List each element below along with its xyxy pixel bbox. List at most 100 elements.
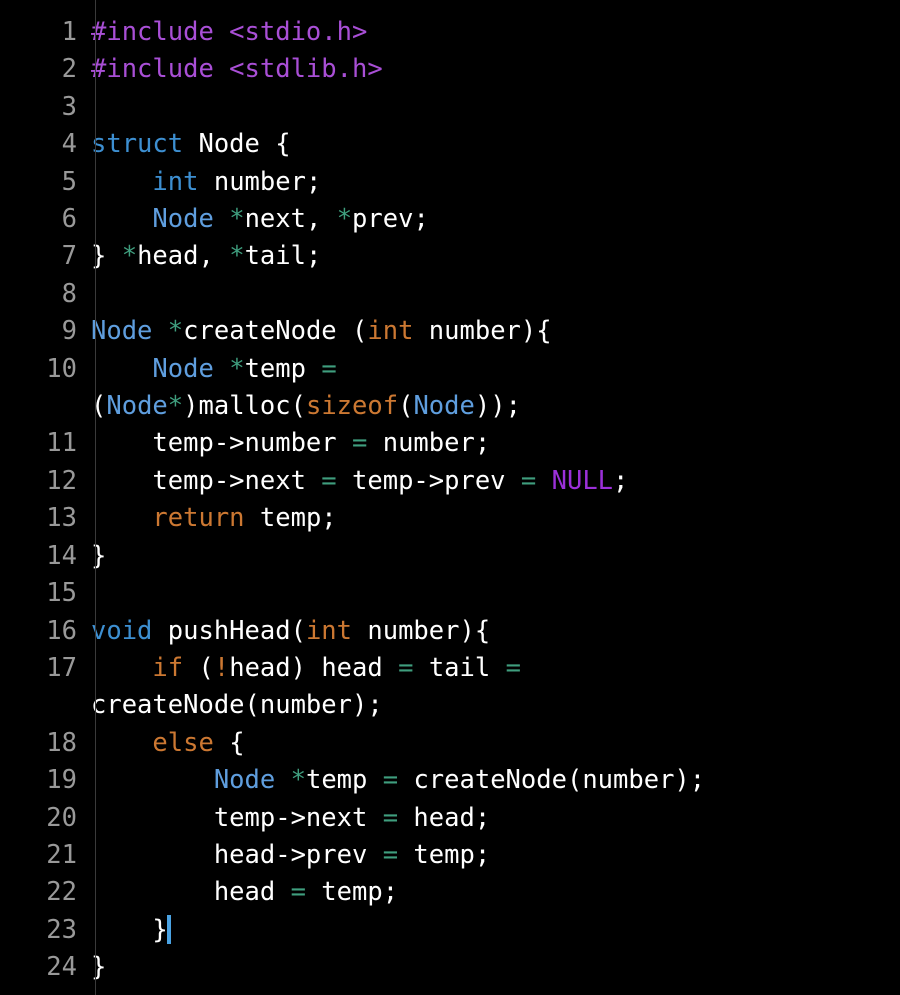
code-token: Node { <box>183 129 291 160</box>
code-line[interactable]: 23 } <box>0 912 900 949</box>
code-line[interactable]: 14} <box>0 538 900 575</box>
code-text[interactable]: Node *temp = createNode(number); <box>86 762 900 799</box>
code-text[interactable] <box>86 575 900 612</box>
line-number: 7 <box>61 241 77 272</box>
code-token: = <box>520 465 537 496</box>
code-token: tail; <box>244 241 322 272</box>
code-token: } <box>91 952 107 983</box>
code-text[interactable]: #include <stdlib.h> <box>86 51 900 88</box>
code-token: )); <box>474 391 521 422</box>
line-number: 3 <box>61 91 77 122</box>
code-text[interactable]: } <box>86 949 900 986</box>
code-text[interactable]: } <box>86 538 900 575</box>
line-number: 24 <box>46 952 77 983</box>
line-number: 1 <box>61 17 77 47</box>
line-number: 22 <box>46 877 77 908</box>
code-token: = <box>382 839 399 870</box>
code-text[interactable]: else { <box>86 725 900 762</box>
code-line[interactable]: 11 temp->number = number; <box>0 425 900 462</box>
code-token: head->prev <box>91 839 383 870</box>
code-text[interactable]: temp->number = number; <box>86 425 900 462</box>
code-token: Node <box>152 204 214 235</box>
code-text[interactable]: temp->next = head; <box>86 800 900 837</box>
code-text[interactable]: if (!head) head = tail = <box>86 650 900 687</box>
code-line[interactable]: 21 head->prev = temp; <box>0 837 900 874</box>
code-text[interactable]: } <box>86 912 900 949</box>
line-number: 19 <box>46 765 77 796</box>
code-token: struct <box>91 129 184 160</box>
code-line[interactable]: 6 Node *next, *prev; <box>0 201 900 238</box>
code-line[interactable]: 22 head = temp; <box>0 874 900 911</box>
code-token: * <box>229 353 245 384</box>
code-token: createNode(number); <box>398 765 706 796</box>
code-line[interactable]: 12 temp->next = temp->prev = NULL; <box>0 463 900 500</box>
code-line[interactable]: 3 <box>0 89 900 126</box>
code-line-wrapped[interactable]: (Node*)malloc(sizeof(Node)); <box>0 388 900 425</box>
code-text[interactable]: Node *next, *prev; <box>86 201 900 238</box>
code-line[interactable]: 7 } *head, *tail; <box>0 238 900 275</box>
code-token: sizeof <box>305 391 399 422</box>
code-token: return <box>152 503 245 534</box>
code-text[interactable] <box>86 89 900 126</box>
code-token: prev; <box>352 204 429 235</box>
code-line[interactable]: 8 <box>0 276 900 313</box>
code-line[interactable]: 2 #include <stdlib.h> <box>0 51 900 88</box>
code-text[interactable]: createNode(number); <box>86 687 900 724</box>
code-line-wrapped[interactable]: createNode(number); <box>0 687 900 724</box>
code-line[interactable]: 15 <box>0 575 900 612</box>
code-text[interactable]: Node *temp = <box>86 351 900 388</box>
code-token: = <box>382 765 399 796</box>
code-text[interactable]: (Node*)malloc(sizeof(Node)); <box>86 388 900 425</box>
line-number: 10 <box>46 353 77 384</box>
code-token: head <box>91 877 291 908</box>
code-line[interactable]: 18 else { <box>0 725 900 762</box>
code-line[interactable]: 13 return temp; <box>0 500 900 537</box>
code-text[interactable]: } *head, *tail; <box>86 238 900 275</box>
code-line[interactable]: 10 Node *temp = <box>0 351 900 388</box>
line-number: 15 <box>46 578 77 609</box>
code-text[interactable]: int number; <box>86 164 900 201</box>
code-line[interactable]: 4 struct Node { <box>0 126 900 163</box>
text-caret <box>166 914 171 944</box>
line-number: 13 <box>46 503 77 534</box>
code-token: Node <box>413 391 475 422</box>
code-line[interactable]: 24} <box>0 949 900 986</box>
code-text[interactable]: temp->next = temp->prev = NULL; <box>86 463 900 500</box>
code-token: = <box>352 428 368 459</box>
code-token: Node <box>152 353 214 384</box>
code-token: = <box>398 652 414 683</box>
code-line[interactable]: 1 #include <stdio.h> <box>0 14 900 51</box>
code-editor[interactable]: 1 #include <stdio.h> 2 #include <stdlib.h> 3… <box>0 0 900 995</box>
code-text[interactable]: void pushHead(int number){ <box>86 613 900 650</box>
code-token: temp; <box>398 839 491 870</box>
code-line[interactable]: 16 void pushHead(int number){ <box>0 613 900 650</box>
code-line[interactable]: 9 Node *createNode (int number){ <box>0 313 900 350</box>
code-text[interactable]: head->prev = temp; <box>86 837 900 874</box>
code-token: = <box>382 802 399 833</box>
code-token: * <box>167 391 184 422</box>
code-text[interactable]: return temp; <box>86 500 900 537</box>
code-line[interactable]: 17 if (!head) head = tail = <box>0 650 900 687</box>
code-text[interactable]: #include <stdio.h> <box>86 14 900 51</box>
code-line[interactable]: 19 Node *temp = createNode(number); <box>0 762 900 799</box>
code-token: tail <box>413 652 506 683</box>
code-token: int <box>152 166 199 197</box>
code-line[interactable]: 20 temp->next = head; <box>0 800 900 837</box>
code-token: Node <box>91 316 153 347</box>
code-text[interactable]: head = temp; <box>86 874 900 911</box>
code-token: createNode(number); <box>91 690 383 721</box>
code-token: number){ <box>413 316 552 347</box>
code-text[interactable]: struct Node { <box>86 126 900 163</box>
code-token: int <box>367 316 414 347</box>
code-text[interactable]: Node *createNode (int number){ <box>86 313 900 350</box>
code-token: * <box>229 204 245 235</box>
code-text[interactable] <box>86 276 900 313</box>
code-lines-container[interactable]: 1 #include <stdio.h> 2 #include <stdlib.h> 3… <box>0 14 900 987</box>
code-token: number; <box>198 166 322 197</box>
code-line[interactable]: 5 int number; <box>0 164 900 201</box>
code-token: temp->next <box>91 802 383 833</box>
